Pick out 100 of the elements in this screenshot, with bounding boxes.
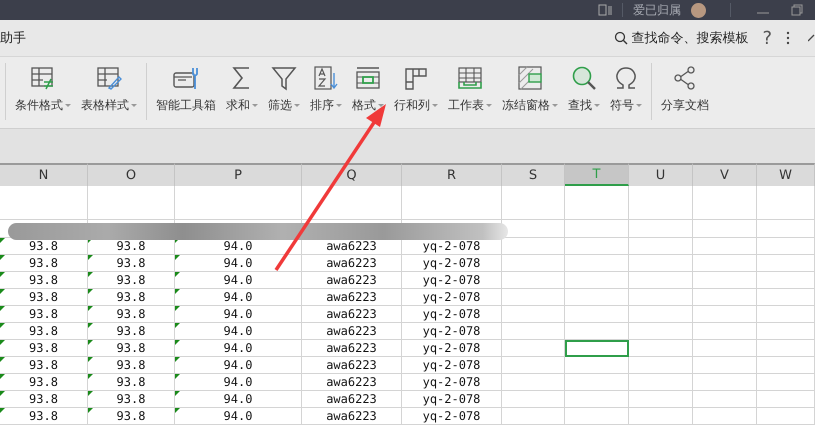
table-style-icon	[95, 65, 123, 91]
table-cell: 94.0	[175, 340, 302, 357]
table-cell: awa6223	[302, 323, 402, 340]
ribbon-button[interactable]: 排序	[305, 57, 347, 128]
table-cell	[502, 391, 565, 408]
table-cell: 93.8	[88, 306, 175, 323]
collapse-icon[interactable]	[808, 34, 815, 42]
column-header[interactable]: V	[693, 163, 757, 186]
table-cell	[629, 272, 693, 289]
table-cell	[757, 272, 815, 289]
table-cell: 94.0	[175, 272, 302, 289]
table-cell: 94.0	[175, 255, 302, 272]
table-cell	[693, 391, 757, 408]
ribbon-button[interactable]: 查找	[563, 57, 605, 128]
table-cell: awa6223	[302, 374, 402, 391]
table-cell	[757, 306, 815, 323]
table-cell: 94.0	[175, 391, 302, 408]
column-header[interactable]: W	[757, 163, 815, 186]
table-cell	[693, 374, 757, 391]
table-cell	[502, 306, 565, 323]
table-cell	[502, 238, 565, 255]
table-cell: 93.8	[0, 323, 88, 340]
table-cell	[693, 323, 757, 340]
table-cell: 93.8	[0, 306, 88, 323]
table-cell: 93.8	[0, 255, 88, 272]
table-cell	[502, 186, 565, 220]
ribbon-button[interactable]: 条件格式	[10, 57, 76, 128]
table-cell	[757, 186, 815, 220]
column-header[interactable]: R	[402, 163, 502, 186]
sort-icon	[312, 65, 340, 91]
table-cell	[629, 357, 693, 374]
table-cell	[629, 374, 693, 391]
table-cell	[629, 408, 693, 425]
ribbon-button[interactable]: 筛选	[263, 57, 305, 128]
table-cell: 93.8	[88, 408, 175, 425]
table-cell	[502, 408, 565, 425]
ribbon-button[interactable]: 分享文档	[656, 57, 714, 128]
ribbon-button[interactable]: 行和列	[389, 57, 443, 128]
table-cell	[757, 357, 815, 374]
table-cell: yq-2-078	[402, 408, 502, 425]
column-header[interactable]: P	[175, 163, 302, 186]
avatar[interactable]	[691, 2, 706, 18]
help-button[interactable]: ?	[762, 28, 772, 48]
filter-icon	[270, 65, 298, 91]
ribbon-button[interactable]: 工作表	[443, 57, 497, 128]
table-cell	[757, 323, 815, 340]
table-cell: yq-2-078	[402, 357, 502, 374]
table-cell: yq-2-078	[402, 391, 502, 408]
table-cell	[502, 272, 565, 289]
table-cell: 94.0	[175, 289, 302, 306]
table-cell	[757, 391, 815, 408]
command-search[interactable]: 查找命令、搜索模板	[614, 29, 748, 47]
table-cell	[565, 186, 629, 220]
ribbon-button[interactable]: 求和	[221, 57, 263, 128]
table-cell	[757, 238, 815, 255]
table-cell: 94.0	[175, 408, 302, 425]
table-cell	[502, 340, 565, 357]
restore-icon[interactable]	[791, 4, 803, 16]
column-header[interactable]: O	[88, 163, 175, 186]
menu-tab[interactable]: 助手	[0, 29, 26, 47]
phone-icon[interactable]	[598, 4, 612, 16]
table-cell: 93.8	[88, 374, 175, 391]
table-cell	[693, 357, 757, 374]
user-name[interactable]: 爱已归属	[633, 2, 681, 18]
table-cell	[757, 255, 815, 272]
ribbon-button[interactable]: 智能工具箱	[151, 57, 221, 128]
column-header[interactable]: U	[629, 163, 693, 186]
table-cell	[629, 323, 693, 340]
table-cell	[693, 340, 757, 357]
column-header[interactable]: N	[0, 163, 88, 186]
table-cell: 93.8	[88, 357, 175, 374]
table-cell	[629, 186, 693, 220]
ribbon-button[interactable]: 符号	[605, 57, 647, 128]
table-cell	[502, 255, 565, 272]
table-cell	[757, 220, 815, 238]
table-cell: yq-2-078	[402, 306, 502, 323]
table-cell	[693, 186, 757, 220]
table-cell: awa6223	[302, 408, 402, 425]
table-cell: 93.8	[0, 408, 88, 425]
table-cell: 93.8	[88, 255, 175, 272]
ribbon-button[interactable]: 表格样式	[76, 57, 142, 128]
table-cell	[693, 408, 757, 425]
table-cell: 94.0	[175, 306, 302, 323]
table-cell	[502, 357, 565, 374]
more-icon[interactable]	[786, 31, 790, 45]
table-cell: awa6223	[302, 357, 402, 374]
table-cell: awa6223	[302, 340, 402, 357]
table-cell	[757, 340, 815, 357]
table-cell: yq-2-078	[402, 255, 502, 272]
table-cell: 93.8	[0, 374, 88, 391]
table-cell: awa6223	[302, 255, 402, 272]
column-header[interactable]: Q	[302, 163, 402, 186]
worksheet-icon	[456, 65, 484, 91]
table-cell	[693, 272, 757, 289]
column-header[interactable]: S	[502, 163, 565, 186]
table-cell	[629, 220, 693, 238]
table-cell: 93.8	[88, 340, 175, 357]
table-cell: 94.0	[175, 323, 302, 340]
ribbon-button[interactable]: 冻结窗格	[497, 57, 563, 128]
table-cell: 94.0	[175, 374, 302, 391]
